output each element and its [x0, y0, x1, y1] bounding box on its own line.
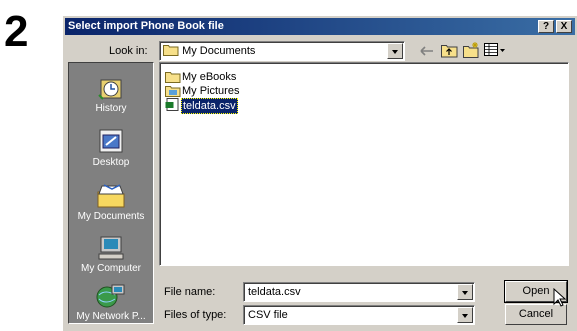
desktop-icon [99, 129, 123, 153]
import-dialog: Select import Phone Book file ? X Look i… [62, 15, 577, 331]
new-folder-icon[interactable] [463, 42, 480, 58]
file-type-label: Files of type: [164, 309, 227, 321]
list-item-selected[interactable]: teldata.csv [165, 98, 238, 114]
file-type-dropdown[interactable]: CSV file [243, 305, 475, 325]
view-menu-icon[interactable] [484, 43, 506, 57]
close-button[interactable]: X [556, 20, 572, 33]
list-item[interactable]: My Pictures [165, 84, 240, 98]
my-documents-icon [97, 184, 125, 208]
back-icon[interactable] [419, 44, 435, 58]
csv-file-icon [165, 98, 179, 111]
chevron-down-icon[interactable] [457, 284, 473, 300]
list-item[interactable]: My eBooks [165, 70, 237, 84]
file-name-label: File name: [164, 286, 216, 298]
folder-icon [165, 72, 181, 83]
chevron-down-icon[interactable] [457, 307, 473, 323]
my-network-places-icon [96, 284, 125, 308]
place-my-computer[interactable]: My Computer [69, 235, 153, 274]
title-bar[interactable]: Select import Phone Book file ? X [65, 18, 575, 35]
place-my-documents[interactable]: My Documents [69, 183, 153, 222]
my-computer-icon [98, 236, 124, 260]
place-history[interactable]: History [69, 75, 153, 114]
place-desktop[interactable]: Desktop [69, 127, 153, 168]
file-name-input[interactable]: teldata.csv [243, 282, 475, 302]
mouse-cursor-icon [553, 288, 567, 307]
dialog-title: Select import Phone Book file [68, 20, 224, 32]
places-bar: History Desktop My Documents My Computer… [68, 62, 154, 324]
chevron-down-icon[interactable] [387, 43, 403, 59]
folder-icon [163, 45, 179, 56]
folder-pictures-icon [165, 86, 181, 97]
place-my-network-places[interactable]: My Network P... [69, 283, 153, 322]
look-in-label: Look in: [109, 45, 148, 57]
file-list[interactable]: My eBooks My Pictures teldata.csv [159, 62, 569, 266]
up-one-level-icon[interactable] [441, 43, 458, 58]
history-icon [98, 79, 122, 100]
look-in-value: My Documents [182, 45, 256, 57]
step-number: 2 [4, 7, 29, 56]
help-button[interactable]: ? [538, 20, 554, 33]
look-in-dropdown[interactable]: My Documents [159, 41, 405, 61]
